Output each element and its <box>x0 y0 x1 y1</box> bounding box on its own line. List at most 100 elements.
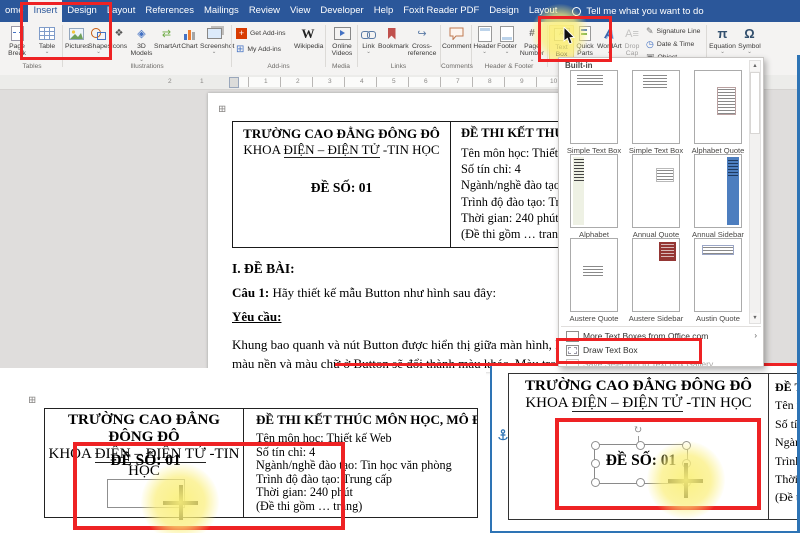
gallery-item-simple-text-box[interactable]: Simple Text Box <box>565 70 623 155</box>
icons-icon: ❖ <box>109 25 129 42</box>
my-add-ins-button[interactable]: ⊞ My Add-ins <box>236 44 281 55</box>
selection-handle <box>591 478 600 487</box>
tab-foxit-reader-pdf[interactable]: Foxit Reader PDF <box>398 0 484 22</box>
selection-handle <box>636 478 645 487</box>
group-label-media: Media <box>326 63 356 70</box>
tab-review[interactable]: Review <box>244 0 285 22</box>
equation-button[interactable]: π Equation <box>709 25 736 54</box>
group-label-add-ins: Add-ins <box>234 63 323 70</box>
cross-reference-button[interactable]: ↪ Cross-reference <box>405 25 439 58</box>
get-add-ins-button[interactable]: + Get Add-ins <box>236 28 286 39</box>
cross-reference-icon: ↪ <box>405 25 439 42</box>
gallery-item-alphabet-quote[interactable]: Alphabet Quote <box>689 70 747 155</box>
bookmark-icon <box>388 28 396 40</box>
thumbnail <box>632 154 680 228</box>
selection-handle <box>636 441 645 450</box>
group-separator <box>231 25 232 67</box>
highlight-glow <box>647 441 725 519</box>
wikipedia-icon: W <box>302 26 315 42</box>
header-button[interactable]: Header <box>473 25 496 54</box>
annotation-draw-text-box <box>556 338 702 364</box>
gallery-item-simple-text-box-2[interactable]: Simple Text Box <box>627 70 685 155</box>
group-separator <box>471 25 472 67</box>
chart-icon <box>179 25 200 42</box>
group-separator <box>440 25 441 67</box>
anchor-icon <box>497 429 509 448</box>
icons-button[interactable]: ❖ Icons <box>109 25 129 50</box>
thumbnail <box>694 70 742 144</box>
smartart-icon: ⇄ <box>154 25 179 42</box>
wikipedia-button[interactable]: W Wikipedia <box>294 25 322 50</box>
mouse-cursor <box>563 27 576 51</box>
thumbnail <box>570 238 618 312</box>
store-icon: + <box>236 28 247 39</box>
tab-view[interactable]: View <box>285 0 315 22</box>
department-name: KHOA ĐIỆN – ĐIỆN TỬ -TIN HỌC <box>509 395 768 412</box>
chart-button[interactable]: Chart <box>179 25 200 50</box>
menu-separator <box>561 326 761 327</box>
gallery-item-alphabet-sidebar[interactable]: Alphabet Sidebar <box>565 154 623 248</box>
video-icon <box>334 27 351 40</box>
rotate-handle-icon: ↻ <box>633 425 642 436</box>
tab-mailings[interactable]: Mailings <box>199 0 244 22</box>
comment-icon <box>442 25 470 42</box>
thumbnail <box>694 238 742 312</box>
table-move-handle[interactable]: ⊞ <box>218 105 226 115</box>
bookmark-button[interactable]: Bookmark <box>378 25 405 50</box>
comment-button[interactable]: Comment <box>442 25 470 50</box>
pi-icon: π <box>709 25 736 42</box>
exam-title: ĐỀ THI KẾT THÚC MÔN HỌC, MÔ ĐUN <box>256 412 477 428</box>
footer-icon <box>500 26 514 42</box>
gallery-item-annual-sidebar[interactable]: Annual Sidebar <box>689 154 747 239</box>
smartart-button[interactable]: ⇄ SmartArt <box>154 25 179 50</box>
group-label-comments: Comments <box>441 63 470 70</box>
link-button[interactable]: Link <box>359 25 378 54</box>
signature-icon: ✎ <box>646 26 654 37</box>
selection-handle <box>591 441 600 450</box>
thumbnail <box>632 70 680 144</box>
group-label-tables: Tables <box>2 63 62 70</box>
date-time-button[interactable]: ◷ Date & Time <box>646 39 694 50</box>
text-box-gallery-dropdown: Built-in Simple Text Box Simple Text Box… <box>558 57 764 367</box>
table-cell-school: TRƯỜNG CAO ĐẲNG ĐÔNG ĐÔ KHOA ĐIỆN – ĐIỆN… <box>233 122 451 247</box>
symbol-button[interactable]: Ω Symbol <box>737 25 762 54</box>
tab-references[interactable]: References <box>140 0 199 22</box>
group-label-links: Links <box>358 63 439 70</box>
school-name: TRƯỜNG CAO ĐẲNG ĐÔNG ĐÔ <box>233 126 450 142</box>
link-icon <box>361 29 376 39</box>
online-videos-button[interactable]: Online Videos <box>328 25 356 58</box>
inset-selected-textbox-screenshot: TRƯỜNG CAO ĐẲNG ĐÔNG ĐÔ KHOA ĐIỆN – ĐIỆN… <box>490 365 800 533</box>
clock-icon: ◷ <box>646 39 654 50</box>
tab-developer[interactable]: Developer <box>315 0 368 22</box>
gallery-item-austere-sidebar[interactable]: Austere Sidebar <box>627 238 685 323</box>
indent-marker[interactable] <box>229 77 239 88</box>
gallery-item-austin-quote[interactable]: Austin Quote <box>689 238 747 323</box>
scroll-down-button[interactable]: ▼ <box>750 313 760 323</box>
thumbnail <box>570 154 618 228</box>
thumbnail <box>570 70 618 144</box>
drop-cap-icon: A≡ <box>621 25 643 42</box>
screenshot-button[interactable]: Screenshot <box>200 25 228 54</box>
group-separator <box>325 25 326 67</box>
gallery-item-austere-quote[interactable]: Austere Quote <box>565 238 623 323</box>
gallery-item-annual-quote[interactable]: Annual Quote <box>627 154 685 239</box>
table-move-handle: ⊞ <box>28 396 36 406</box>
tab-table-design[interactable]: Design <box>484 0 524 22</box>
tab-help[interactable]: Help <box>369 0 399 22</box>
signature-line-button[interactable]: ✎ Signature Line <box>646 26 700 37</box>
selection-handle <box>591 459 600 468</box>
ribbon-tab-bar: ome Insert Design Layout References Mail… <box>0 0 800 22</box>
scroll-up-button[interactable]: ▲ <box>750 61 760 71</box>
add-ins-grid-icon: ⊞ <box>236 44 244 55</box>
inset-draw-textbox-screenshot: ⊞ TRƯỜNG CAO ĐẲNG ĐÔNG ĐÔ KHOA ĐIỆN – ĐI… <box>0 368 486 533</box>
scrollbar-thumb[interactable] <box>750 72 760 134</box>
footer-button[interactable]: Footer <box>496 25 518 54</box>
gallery-scrollbar[interactable]: ▲ ▼ <box>749 60 761 324</box>
tell-me-label: Tell me what you want to do <box>586 6 703 17</box>
3d-models-button[interactable]: ◈ 3D Models <box>129 25 154 62</box>
submenu-arrow-icon: › <box>754 329 757 343</box>
school-name: TRƯỜNG CAO ĐẲNG ĐÔNG ĐÔ <box>509 378 768 395</box>
header-icon <box>478 26 492 42</box>
thumbnail <box>694 154 742 228</box>
screenshot-icon <box>207 28 222 39</box>
